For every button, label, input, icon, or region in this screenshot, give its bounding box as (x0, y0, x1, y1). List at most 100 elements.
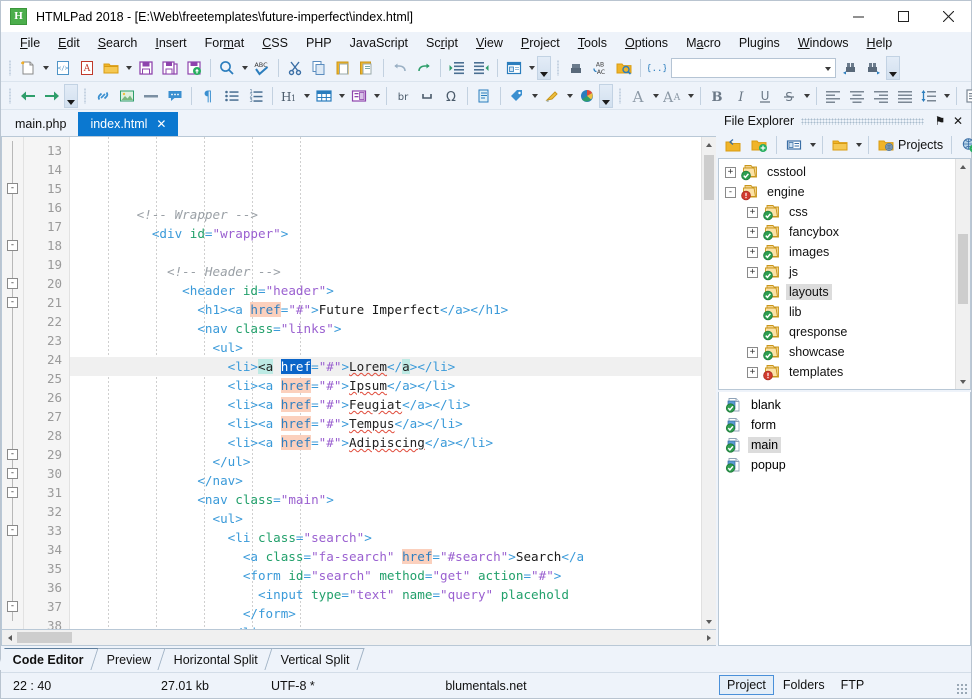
view-tab-preview[interactable]: Preview (91, 648, 166, 670)
expand-icon[interactable]: + (747, 207, 758, 218)
scroll-down-arrow[interactable] (702, 614, 716, 629)
document-tab-index-html[interactable]: index.html✕ (78, 112, 178, 136)
vertical-scroll-thumb[interactable] (704, 155, 714, 200)
new-html-doc-icon[interactable]: A (75, 56, 99, 80)
toolbar-grip[interactable] (6, 58, 13, 78)
project-tab-folders[interactable]: Folders (776, 676, 832, 694)
tree-item-layouts[interactable]: layouts (719, 282, 955, 302)
bold-icon[interactable]: B (705, 84, 729, 108)
menu-tools[interactable]: Tools (569, 34, 616, 52)
code-line[interactable]: <form id="search" method="get" action="#… (70, 566, 701, 585)
code-line[interactable]: <li class="search"> (70, 528, 701, 547)
tree-scroll-thumb[interactable] (958, 234, 968, 304)
menu-project[interactable]: Project (512, 34, 569, 52)
underline-icon[interactable]: U (753, 84, 777, 108)
view-mode-dropdown[interactable] (807, 133, 818, 157)
chevron-down-icon[interactable] (825, 67, 831, 71)
navigate-back-icon[interactable] (16, 84, 40, 108)
redo-icon[interactable] (412, 56, 436, 80)
editor-horizontal-scrollbar[interactable] (1, 630, 716, 646)
project-tab-project[interactable]: Project (719, 675, 774, 695)
minimize-button[interactable] (836, 1, 881, 32)
code-line[interactable] (70, 186, 701, 205)
code-line[interactable]: </nav> (70, 471, 701, 490)
fold-toggle-icon[interactable]: - (7, 468, 18, 479)
maximize-button[interactable] (881, 1, 926, 32)
strikethrough-dropdown[interactable] (801, 84, 812, 108)
find-next-icon[interactable] (862, 56, 886, 80)
fold-toggle-icon[interactable]: - (7, 449, 18, 460)
close-panel-icon[interactable]: ✕ (949, 112, 967, 130)
folder-icon[interactable] (827, 134, 853, 156)
document-tab-close-icon[interactable]: ✕ (156, 117, 166, 131)
tree-item-js[interactable]: +js (719, 262, 955, 282)
code-line[interactable] (70, 243, 701, 262)
font-size-icon[interactable]: A (626, 84, 650, 108)
code-line[interactable]: <h1><a href="#">Future Imperfect</a></h1… (70, 300, 701, 319)
file-item-popup[interactable]: popup (719, 455, 970, 475)
preview-browser-dropdown[interactable] (526, 56, 537, 80)
scroll-right-arrow[interactable] (701, 630, 716, 645)
code-line[interactable]: <input type="text" name="query" placehol… (70, 585, 701, 604)
collapse-icon[interactable]: - (725, 187, 736, 198)
line-break-icon[interactable]: br (391, 84, 415, 108)
align-justify-icon[interactable] (893, 84, 917, 108)
menu-help[interactable]: Help (858, 34, 902, 52)
insert-table-dropdown[interactable] (336, 84, 347, 108)
search-dropdown[interactable] (239, 56, 250, 80)
numbered-list-icon[interactable]: 123 (244, 84, 268, 108)
menu-insert[interactable]: Insert (146, 34, 195, 52)
code-line[interactable]: </form> (70, 604, 701, 623)
paste-icon[interactable] (331, 56, 355, 80)
fold-toggle-icon[interactable]: - (7, 240, 18, 251)
snippet-icon[interactable]: {..} (645, 56, 669, 80)
view-tab-horizontal-split[interactable]: Horizontal Split (159, 648, 273, 670)
expand-icon[interactable]: + (747, 227, 758, 238)
replace-icon[interactable]: ABAC (588, 56, 612, 80)
view-mode-icon[interactable] (781, 134, 807, 156)
cut-icon[interactable] (283, 56, 307, 80)
indent-icon[interactable] (445, 56, 469, 80)
bullet-list-icon[interactable] (220, 84, 244, 108)
tree-item-csstool[interactable]: +csstool (719, 162, 955, 182)
expand-icon[interactable]: + (747, 347, 758, 358)
menu-macro[interactable]: Macro (677, 34, 730, 52)
toolbar-grip[interactable] (554, 58, 561, 78)
insert-form-icon[interactable] (347, 84, 371, 108)
tree-item-templates[interactable]: +templates (719, 362, 955, 382)
copy-icon[interactable] (307, 56, 331, 80)
tree-item-fancybox[interactable]: +fancybox (719, 222, 955, 242)
save-all-icon[interactable] (158, 56, 182, 80)
toolbar-overflow-button[interactable] (64, 84, 78, 108)
close-button[interactable] (926, 1, 971, 32)
new-from-template-icon[interactable]: </> (51, 56, 75, 80)
heading-dropdown[interactable] (301, 84, 312, 108)
insert-form-dropdown[interactable] (371, 84, 382, 108)
editor-vertical-scrollbar[interactable] (701, 137, 716, 629)
find-in-files-icon[interactable] (612, 56, 636, 80)
find-previous-icon[interactable] (838, 56, 862, 80)
menu-format[interactable]: Format (196, 34, 254, 52)
code-line[interactable]: <li><a href="#">Adipiscing</a></li> (70, 433, 701, 452)
menu-plugins[interactable]: Plugins (730, 34, 789, 52)
pin-icon[interactable]: ⚑ (931, 112, 949, 130)
fold-toggle-icon[interactable]: - (7, 278, 18, 289)
tag-icon[interactable] (505, 84, 529, 108)
quick-search-combo[interactable] (671, 58, 836, 78)
insert-table-icon[interactable] (312, 84, 336, 108)
paste-special-icon[interactable] (355, 56, 379, 80)
font-family-icon[interactable]: AA (661, 84, 685, 108)
toolbar-grip[interactable] (6, 86, 13, 106)
tree-item-images[interactable]: +images (719, 242, 955, 262)
quick-search-input[interactable] (672, 60, 820, 76)
fold-toggle-icon[interactable]: - (7, 183, 18, 194)
strikethrough-icon[interactable]: S (777, 84, 801, 108)
format-brush-icon[interactable] (540, 84, 564, 108)
code-line[interactable]: <ul> (70, 338, 701, 357)
resize-grip[interactable] (956, 683, 968, 695)
folder-dropdown[interactable] (853, 133, 864, 157)
fold-toggle-icon[interactable]: - (7, 525, 18, 536)
menu-css[interactable]: CSS (253, 34, 297, 52)
outdent-icon[interactable] (469, 56, 493, 80)
view-tab-vertical-split[interactable]: Vertical Split (266, 648, 365, 670)
